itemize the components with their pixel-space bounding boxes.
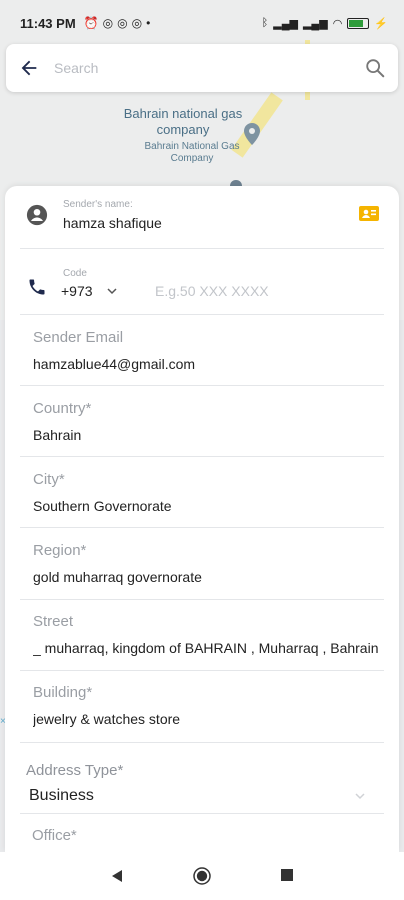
city-field[interactable]: City* Southern Governorate [5,471,399,541]
phone-number-input[interactable] [155,280,375,302]
signal-icon: ▂▄▆ [273,17,298,30]
app-icon: ◎ [117,16,128,30]
divider [20,456,384,457]
office-label: Office* [32,827,77,844]
whatsapp-icon: ◎ [102,16,114,30]
dot-icon: • [146,16,151,30]
divider [20,599,384,600]
contact-card-icon[interactable] [359,206,379,221]
field-label: Building* [33,684,93,701]
building-field[interactable]: Building* jewelry & watches store [5,684,399,754]
status-bar: 11:43 PM ⏰ ◎ ◎ ◎ • ᛒ ▂▄▆ ▂▄▆ ◠ ⚡ [0,0,404,46]
app-icon: ◎ [131,16,143,30]
field-label: Sender Email [33,329,124,346]
street-field[interactable]: Street _ muharraq, kingdom of BAHRAIN , … [5,613,399,683]
nav-home-icon[interactable] [193,867,211,885]
search-input[interactable] [54,60,364,76]
divider [20,742,384,743]
battery-icon [347,17,370,29]
field-value[interactable]: jewelry & watches store [33,711,379,727]
sender-name-label: Sender's name: [63,199,133,210]
charging-icon: ⚡ [374,17,388,30]
alarm-icon: ⏰ [83,16,99,30]
address-type-select[interactable]: Business [29,787,94,805]
phone-icon [29,279,45,295]
divider [20,314,384,315]
sender-phone-row: Code +973 [5,258,399,314]
system-nav-bar [0,852,404,900]
wifi-icon: ◠ [332,17,343,30]
map-poi-subtitle: Bahrain National Gas Company [144,141,240,164]
chevron-down-icon[interactable] [106,286,118,296]
divider [20,670,384,671]
map-pin-icon[interactable] [243,123,261,145]
notification-icons: ⏰ ◎ ◎ ◎ • [84,16,151,30]
country-code-label: Code [63,268,87,279]
search-bar [6,44,398,92]
signal-icon: ▂▄▆ [302,17,328,30]
search-icon[interactable] [364,57,386,79]
field-value[interactable]: _ muharraq, kingdom of BAHRAIN , Muharra… [33,640,379,656]
field-label: City* [33,471,65,488]
divider [20,248,384,249]
field-label: Street [33,613,74,630]
country-code-select[interactable]: +973 [61,283,93,299]
map-poi-title[interactable]: Bahrain national gas company [118,106,248,138]
nav-back-icon[interactable] [110,869,124,883]
region-field[interactable]: Region* gold muharraq governorate [5,542,399,612]
edge-indicator: × [0,716,6,727]
sender-name-row[interactable]: Sender's name: hamza shafique [5,186,399,248]
system-icons: ᛒ ▂▄▆ ▂▄▆ ◠ ⚡ [262,17,388,30]
divider [20,385,384,386]
chevron-down-icon[interactable] [354,791,366,801]
address-type-label: Address Type* [26,762,124,779]
sender-email-field[interactable]: Sender Email hamzablue44@gmail.com [5,329,399,399]
field-value[interactable]: Southern Governorate [33,498,379,514]
field-label: Country* [33,400,92,417]
back-arrow-icon[interactable] [18,57,40,79]
country-field[interactable]: Country* Bahrain [5,400,399,470]
field-label: Region* [33,542,87,559]
person-icon [26,204,48,226]
nav-recents-icon[interactable] [281,869,293,881]
field-value[interactable]: hamzablue44@gmail.com [33,356,379,372]
bluetooth-icon: ᛒ [261,17,269,29]
field-value[interactable]: gold muharraq governorate [33,569,379,585]
status-time: 11:43 PM [20,15,76,31]
field-value[interactable]: Bahrain [33,427,379,443]
sender-name-value[interactable]: hamza shafique [63,215,162,231]
divider [20,527,384,528]
divider [20,813,384,814]
sender-form: Sender's name: hamza shafique Code +973 … [5,186,399,852]
